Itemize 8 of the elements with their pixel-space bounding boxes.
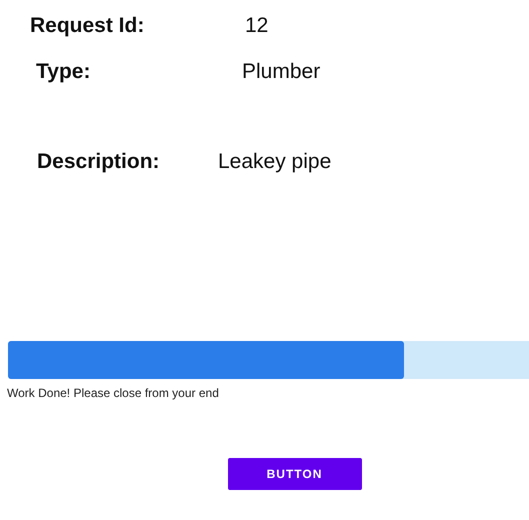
- field-value: Plumber: [242, 60, 320, 84]
- status-message: Work Done! Please close from your end: [7, 386, 220, 400]
- field-label: Description:: [37, 150, 161, 174]
- button[interactable]: BUTTON: [228, 458, 362, 490]
- field-value: Leakey pipe: [218, 150, 332, 174]
- field-label: Type:: [36, 60, 92, 84]
- field-value: 12: [245, 14, 268, 38]
- field-label: Request Id:: [30, 14, 146, 38]
